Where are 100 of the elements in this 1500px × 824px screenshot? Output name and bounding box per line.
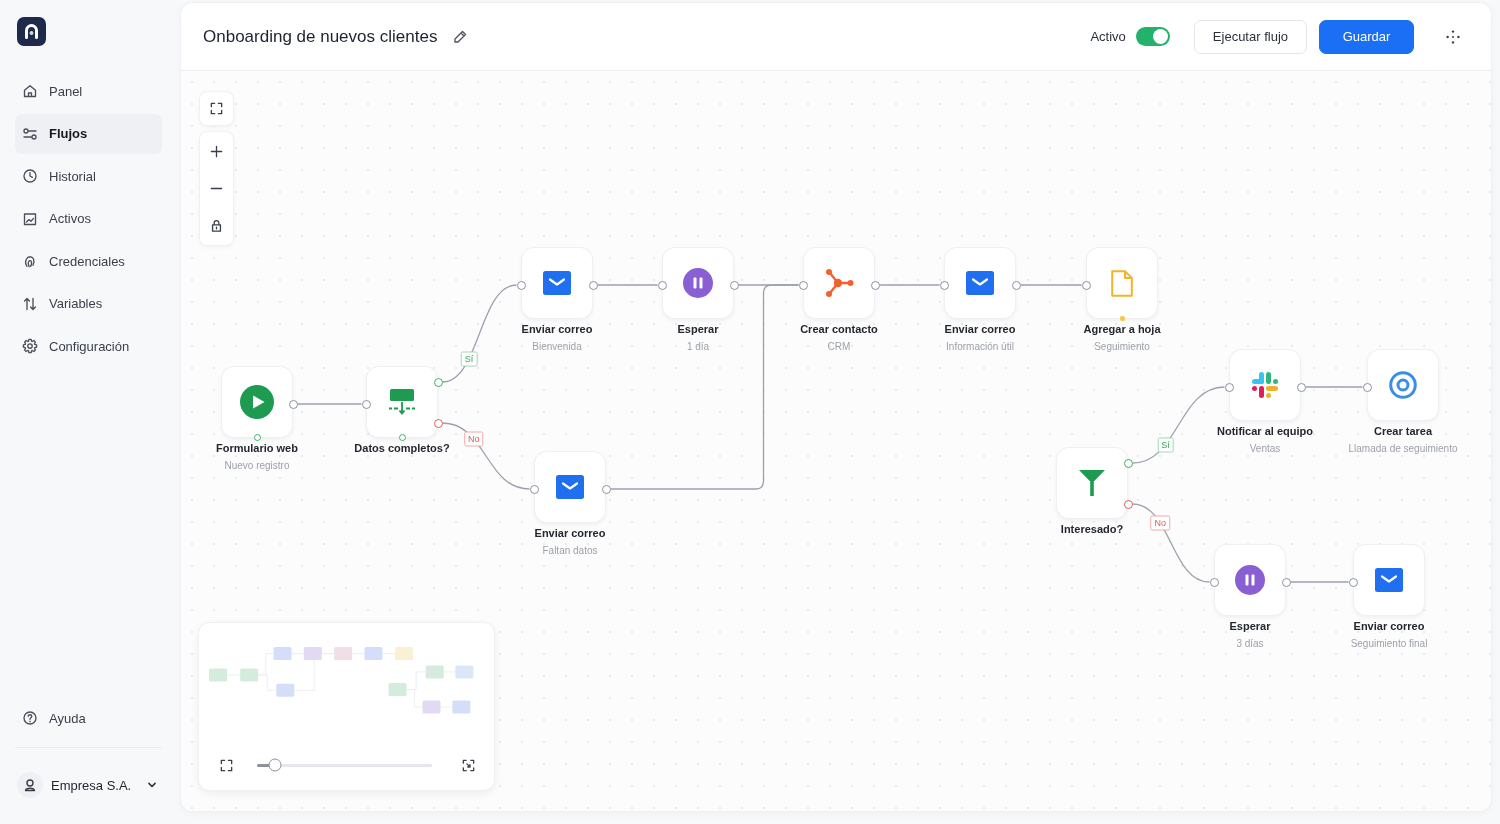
save-button[interactable]: Guardar — [1319, 19, 1414, 54]
node-subtitle: Seguimiento — [1094, 340, 1150, 353]
play-icon — [240, 385, 274, 419]
node-subtitle: Ventas — [1249, 442, 1281, 455]
connection-handle[interactable] — [433, 377, 443, 387]
node-subtitle: 3 días — [1236, 637, 1264, 650]
hub-icon — [824, 268, 854, 298]
node-subtitle: Información útil — [946, 340, 1014, 353]
node-card[interactable] — [522, 248, 592, 318]
node-card[interactable] — [663, 248, 733, 318]
flow-icon — [22, 125, 38, 142]
nav-item[interactable]: Configuración — [15, 326, 162, 366]
node-subtitle: Nuevo registro — [224, 459, 290, 472]
nav-item[interactable]: Activos — [15, 198, 162, 239]
node-title: Esperar — [677, 323, 719, 336]
node-card[interactable] — [1354, 545, 1424, 615]
fullscreen-button[interactable] — [200, 92, 233, 125]
mail-icon — [556, 475, 584, 499]
connection-handle[interactable] — [253, 434, 261, 441]
status-label: Activo — [1090, 29, 1126, 44]
connection-handle[interactable] — [657, 280, 667, 290]
fullscreen-icon — [209, 101, 224, 116]
connection-handle[interactable] — [1362, 382, 1372, 392]
connection-handle[interactable] — [1123, 458, 1133, 468]
plus-icon — [209, 144, 224, 159]
node-title: Notificar al equipo — [1217, 425, 1313, 438]
nav-item[interactable]: Flujos — [15, 113, 162, 154]
connection-handle[interactable] — [1348, 577, 1358, 587]
connection-handle[interactable] — [1224, 382, 1234, 392]
node-card[interactable] — [1087, 248, 1157, 318]
connector-line — [1019, 284, 1083, 286]
node-card[interactable] — [1057, 448, 1127, 518]
node-card[interactable] — [222, 367, 292, 437]
connection-handle[interactable] — [798, 280, 808, 290]
node-subtitle: CRM — [827, 340, 851, 353]
nav-item[interactable]: Credenciales — [15, 241, 162, 281]
account-menu[interactable]: Empresa S.A. — [17, 767, 167, 803]
connection-handle[interactable] — [398, 434, 406, 441]
node-card[interactable] — [1230, 350, 1300, 420]
node-title: Enviar correo — [1353, 620, 1425, 633]
node-card[interactable] — [945, 248, 1015, 318]
connection-handle[interactable] — [588, 280, 598, 290]
home-icon — [22, 83, 38, 99]
connection-handle[interactable] — [1281, 577, 1291, 587]
mail-icon — [966, 271, 994, 295]
connection-handle[interactable] — [729, 280, 739, 290]
branch-label: No — [1150, 515, 1170, 531]
connection-handle[interactable] — [601, 484, 611, 494]
fingerprint-icon — [22, 253, 38, 269]
connection-handle[interactable] — [1081, 280, 1091, 290]
node-title: Enviar correo — [521, 323, 593, 336]
connection-handle[interactable] — [433, 418, 443, 428]
lock-icon — [209, 218, 224, 233]
slider-thumb[interactable] — [268, 758, 281, 772]
connector-line — [878, 284, 941, 286]
node-card[interactable] — [1215, 545, 1285, 615]
connection-handle[interactable] — [529, 484, 539, 494]
connection-handle[interactable] — [1011, 280, 1021, 290]
pause-icon — [683, 268, 713, 298]
mail-icon — [1375, 568, 1403, 592]
clock-icon — [22, 168, 38, 184]
node-title: Crear tarea — [1373, 425, 1433, 438]
node-title: Datos completos? — [354, 442, 450, 455]
toggle-switch[interactable] — [1135, 27, 1170, 46]
connection-handle[interactable] — [870, 280, 880, 290]
node-card[interactable] — [1368, 350, 1438, 420]
node-subtitle: Faltan datos — [542, 544, 598, 557]
node-card[interactable] — [535, 452, 605, 522]
connector-line — [1289, 581, 1350, 583]
connection-handle[interactable] — [1296, 382, 1306, 392]
connection-handle[interactable] — [1119, 316, 1125, 321]
connector-line — [296, 403, 363, 405]
split-icon — [388, 389, 416, 415]
node-card[interactable] — [367, 367, 437, 437]
help-link[interactable]: Ayuda — [15, 698, 162, 738]
node-title: Interesado? — [1060, 523, 1124, 536]
fullscreen-icon — [218, 757, 234, 773]
connection-handle[interactable] — [361, 399, 371, 409]
hash-icon — [1251, 371, 1279, 399]
connection-handle[interactable] — [1123, 499, 1133, 509]
node-title: Esperar — [1229, 620, 1271, 633]
nav-item[interactable]: Panel — [15, 71, 162, 111]
help-icon — [22, 710, 38, 726]
nav-item[interactable]: Historial — [15, 156, 162, 196]
node-subtitle: 1 día — [686, 340, 710, 353]
nav-item[interactable]: Variables — [15, 283, 162, 324]
connection-handle[interactable] — [1209, 577, 1219, 587]
pause-icon — [1235, 565, 1265, 595]
run-button[interactable]: Ejecutar flujo — [1193, 19, 1307, 54]
connection-handle[interactable] — [516, 280, 526, 290]
node-subtitle: Llamada de seguimiento — [1348, 442, 1458, 455]
branch-label: Sí — [1157, 437, 1174, 453]
connection-handle[interactable] — [288, 399, 298, 409]
pencil-icon — [452, 28, 469, 45]
flow-title: Onboarding de nuevos clientes — [203, 26, 438, 47]
connection-handle[interactable] — [939, 280, 949, 290]
node-card[interactable] — [804, 248, 874, 318]
document-icon — [1111, 269, 1133, 297]
arrows-icon — [22, 295, 38, 312]
chart-icon — [22, 210, 38, 227]
